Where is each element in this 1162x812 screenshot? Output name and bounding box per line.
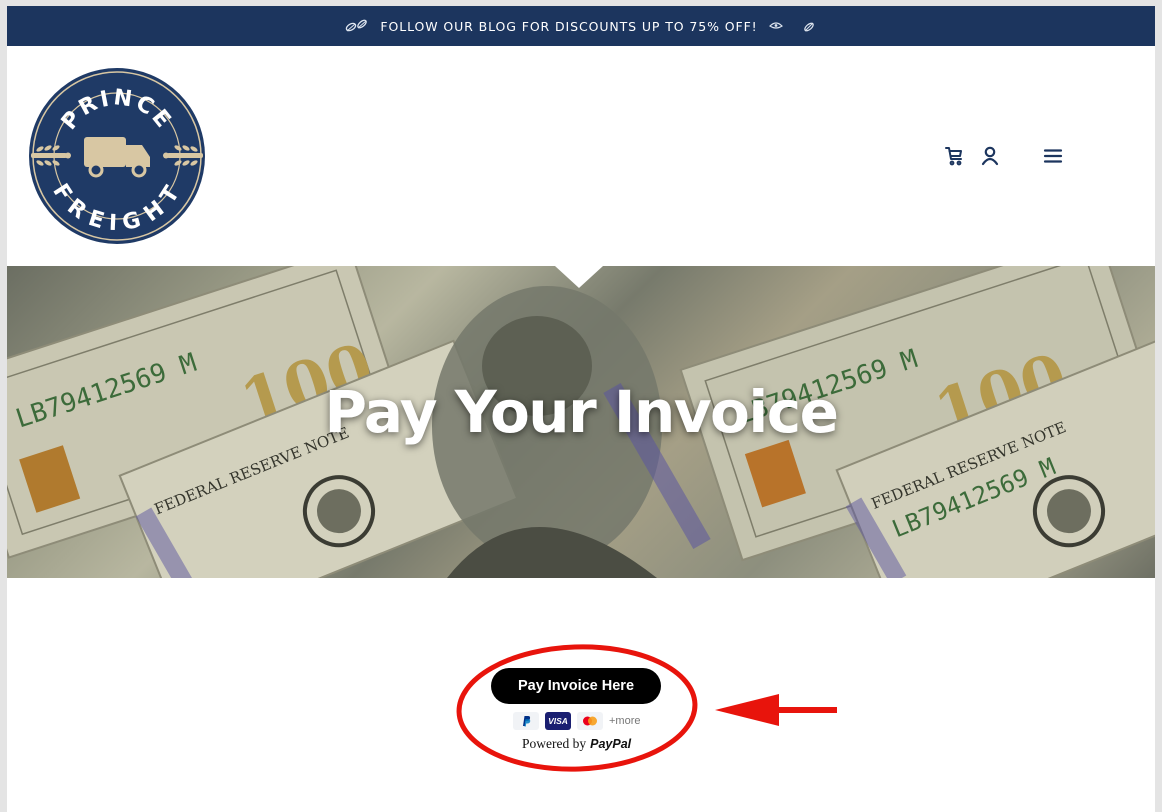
paypal-logo-text: PayPal: [590, 737, 632, 751]
more-payment-options: +more: [609, 715, 641, 727]
leaf-icon: [344, 18, 370, 34]
hero-title: Pay Your Invoice: [324, 378, 839, 446]
hero-notch: [555, 266, 603, 288]
visa-icon: VISA: [545, 712, 571, 730]
pay-invoice-button[interactable]: Pay Invoice Here: [491, 668, 661, 704]
site-header: PRINCE FREIGHT: [7, 46, 1155, 266]
page: FOLLOW OUR BLOG FOR DISCOUNTS UP TO 75% …: [7, 6, 1155, 812]
mastercard-icon: [577, 712, 603, 730]
announcement-text: FOLLOW OUR BLOG FOR DISCOUNTS UP TO 75% …: [380, 18, 758, 34]
menu-icon[interactable]: [1041, 144, 1065, 168]
prince-freight-logo[interactable]: PRINCE FREIGHT: [28, 67, 206, 245]
account-icon[interactable]: [978, 144, 1002, 168]
leaf-icon: [768, 18, 818, 34]
hero-banner: LB79412569 M 100 LB79412569 M 100 FEDERA…: [7, 266, 1155, 578]
paypal-icon: [513, 712, 539, 730]
payment-methods: VISA +more: [513, 712, 641, 730]
announcement-bar[interactable]: FOLLOW OUR BLOG FOR DISCOUNTS UP TO 75% …: [7, 6, 1155, 46]
header-icons: [945, 144, 1155, 168]
payment-section: Pay Invoice Here VISA +more Powered by P…: [7, 578, 1155, 812]
powered-by-paypal: Powered by PayPal: [522, 736, 631, 752]
cart-icon[interactable]: [942, 144, 966, 168]
powered-by-label: Powered by: [522, 736, 587, 751]
